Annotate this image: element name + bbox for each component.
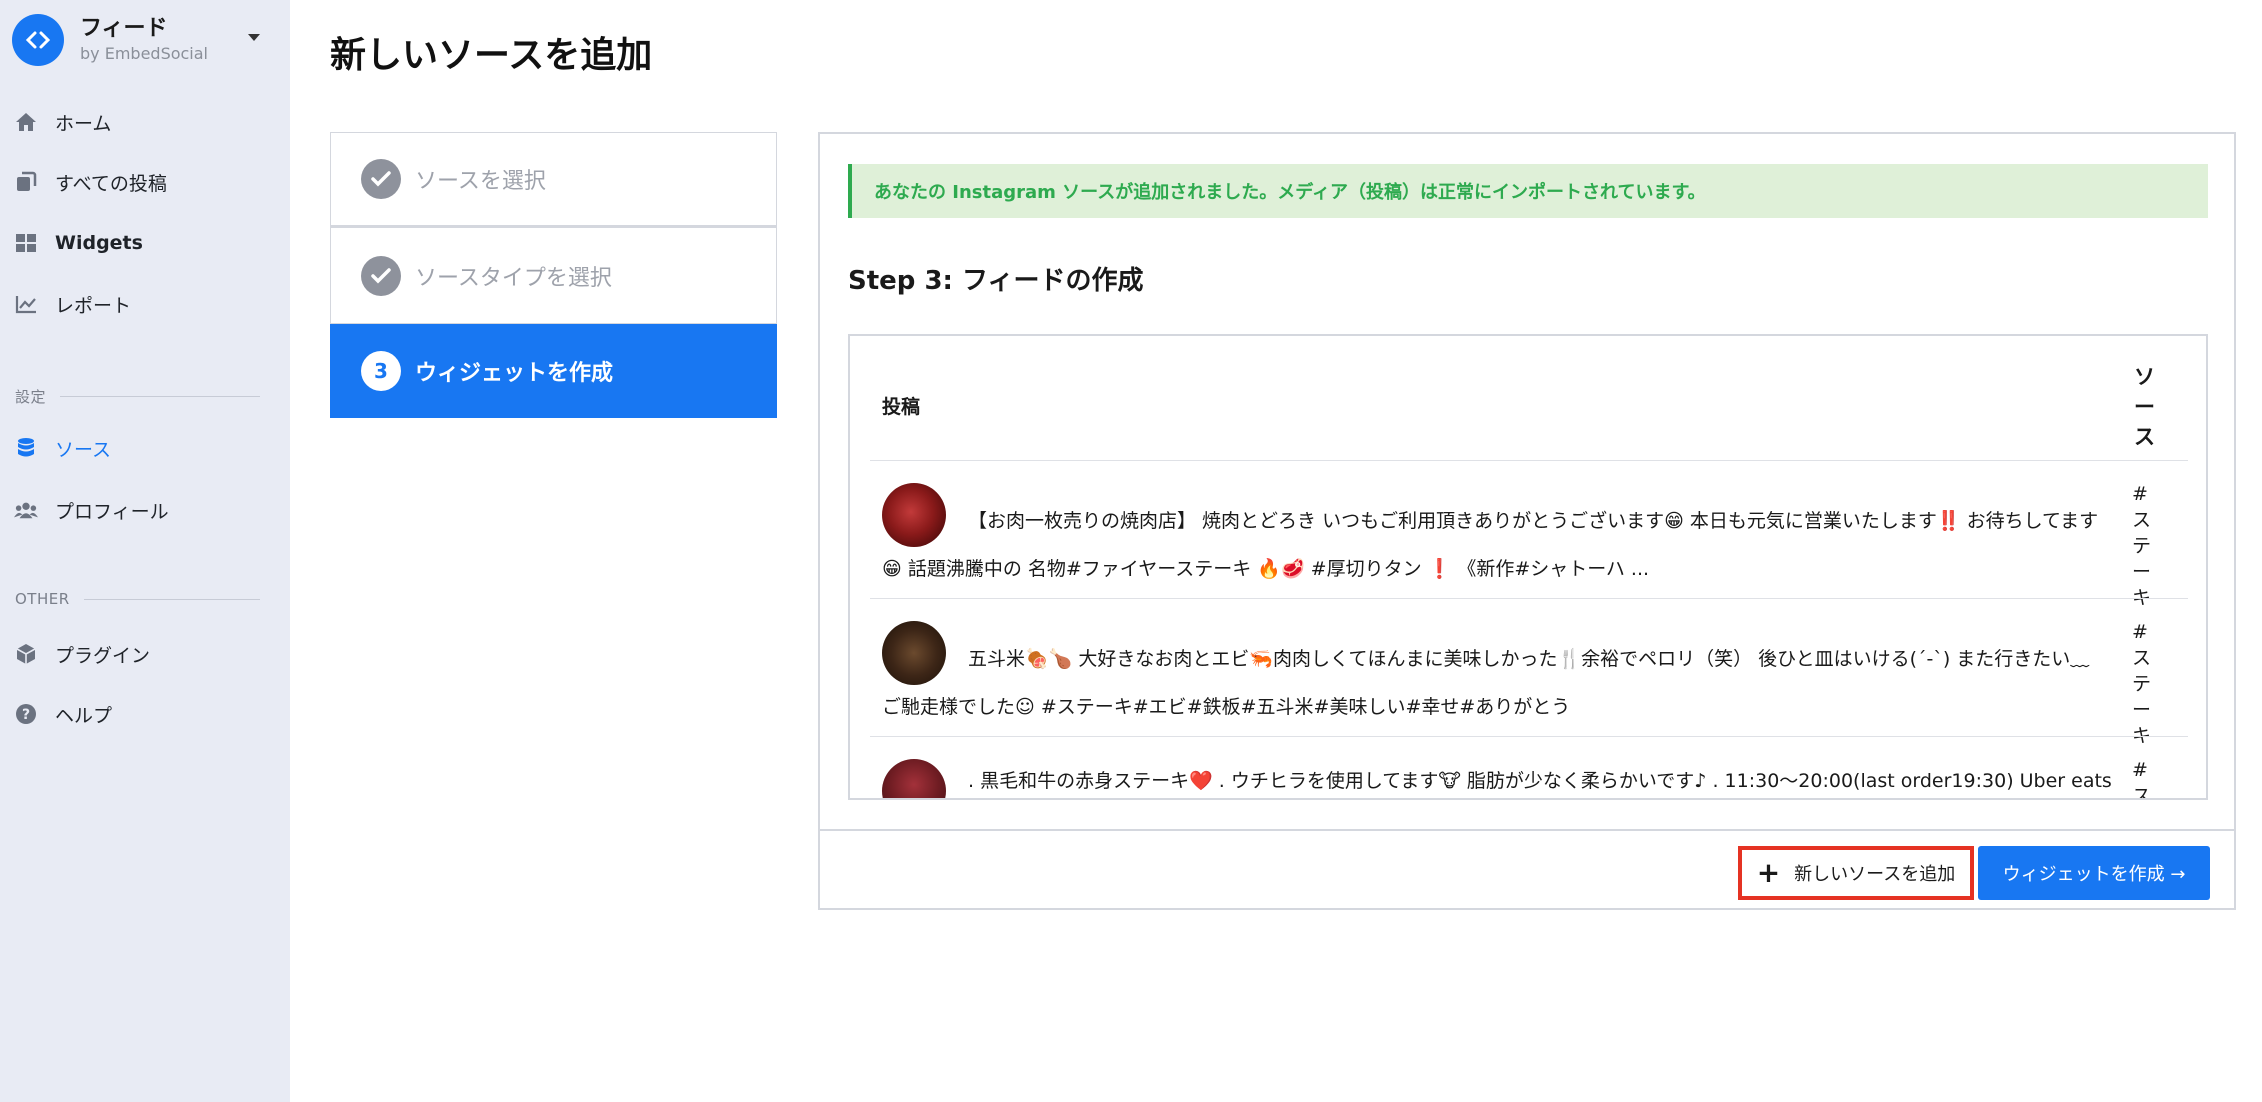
post-text: 五斗米🍖🍗 大好きなお肉とエビ🦐肉肉しくてほんまに美味しかった🍴余裕でペロリ（笑… (882, 648, 2090, 718)
sidebar-item-all-posts[interactable]: すべての投稿 (0, 158, 290, 206)
cube-icon (14, 642, 38, 666)
add-new-source-label: 新しいソースを追加 (1794, 864, 1956, 885)
sidebar-item-plugins[interactable]: プラグイン (0, 630, 290, 678)
step-label: ウィジェットを作成 (415, 360, 614, 386)
posts-table[interactable]: 投稿 ソース 【お肉一枚売りの焼肉店】 焼肉とどろき いつもご利用頂きありがとう… (848, 334, 2208, 800)
grid-icon (14, 231, 38, 255)
sidebar-item-label: ヘルプ (55, 704, 113, 727)
step-label: ソースタイプを選択 (415, 265, 612, 291)
sidebar-item-widgets[interactable]: Widgets (0, 219, 290, 267)
source-panel: あなたの Instagram ソースが追加されました。メディア（投稿）は正常にイ… (818, 132, 2236, 910)
create-widget-label: ウィジェットを作成 → (2002, 864, 2186, 885)
check-icon (361, 255, 401, 296)
database-icon (14, 436, 38, 460)
table-row[interactable]: 【お肉一枚売りの焼肉店】 焼肉とどろき いつもご利用頂きありがとうございます😁 … (870, 461, 2188, 609)
table-row[interactable]: . 黒毛和牛の赤身ステーキ❤️ . ウチヒラを使用してます🐮 脂肪が少なく柔らか… (870, 737, 2188, 800)
column-header-post: 投稿 (882, 396, 921, 418)
post-text: 【お肉一枚売りの焼肉店】 焼肉とどろき いつもご利用頂きありがとうございます😁 … (882, 510, 2099, 580)
check-icon (361, 159, 401, 199)
sidebar-item-label: ソース (55, 438, 112, 461)
sidebar-item-label: Widgets (55, 232, 143, 254)
brand-switcher[interactable]: フィード by EmbedSocial (12, 12, 278, 68)
copy-icon (14, 170, 38, 194)
post-source: #ステーキ (2132, 483, 2152, 609)
sidebar-item-home[interactable]: ホーム (0, 98, 290, 146)
plus-icon: + (1756, 856, 1781, 889)
column-header-source: ソース (2134, 365, 2155, 449)
step-select-source-type[interactable]: ソースタイプを選択 (330, 228, 777, 324)
sidebar-item-help[interactable]: ? ヘルプ (0, 690, 290, 738)
sidebar-item-reports[interactable]: レポート (0, 280, 290, 328)
post-text: . 黒毛和牛の赤身ステーキ❤️ . ウチヒラを使用してます🐮 脂肪が少なく柔らか… (968, 770, 2112, 792)
caret-down-icon[interactable] (248, 34, 260, 41)
step-heading: Step 3: フィードの作成 (848, 266, 1144, 296)
users-icon (14, 498, 38, 522)
add-new-source-button[interactable]: + 新しいソースを追加 (1738, 846, 1974, 900)
home-icon (14, 110, 38, 134)
section-label-other: OTHER (15, 590, 260, 608)
sidebar-item-label: すべての投稿 (55, 172, 167, 195)
sidebar-item-label: レポート (55, 294, 132, 317)
post-source: #ステーキ (2132, 621, 2152, 747)
step-number: 3 (361, 350, 401, 391)
create-widget-button[interactable]: ウィジェットを作成 → (1978, 846, 2210, 900)
embedsocial-logo-icon (12, 14, 64, 66)
page-title: 新しいソースを追加 (330, 35, 653, 76)
app-name: フィード (80, 16, 168, 41)
chart-line-icon (14, 292, 38, 316)
wizard-steps: ソースを選択 ソースタイプを選択 3 ウィジェットを作成 (330, 132, 777, 418)
sidebar-item-label: プロフィール (55, 500, 169, 523)
step-select-source[interactable]: ソースを選択 (330, 132, 777, 228)
step-create-widget[interactable]: 3 ウィジェットを作成 (330, 324, 777, 418)
table-row[interactable]: 五斗米🍖🍗 大好きなお肉とエビ🦐肉肉しくてほんまに美味しかった🍴余裕でペロリ（笑… (870, 599, 2188, 747)
svg-text:?: ? (22, 707, 30, 723)
success-alert: あなたの Instagram ソースが追加されました。メディア（投稿）は正常にイ… (848, 164, 2208, 218)
app-subtitle: by EmbedSocial (80, 44, 208, 63)
sidebar-item-label: プラグイン (55, 644, 151, 667)
question-circle-icon: ? (14, 702, 38, 726)
section-label-settings: 設定 (15, 386, 260, 407)
sidebar-item-profile[interactable]: プロフィール (0, 486, 290, 534)
sidebar: フィード by EmbedSocial ホーム すべての投稿 Widgets レ… (0, 0, 290, 1102)
post-source: #ステーキ (2132, 759, 2152, 800)
step-label: ソースを選択 (415, 169, 546, 194)
sidebar-item-label: ホーム (55, 112, 112, 135)
sidebar-item-sources[interactable]: ソース (0, 424, 290, 472)
